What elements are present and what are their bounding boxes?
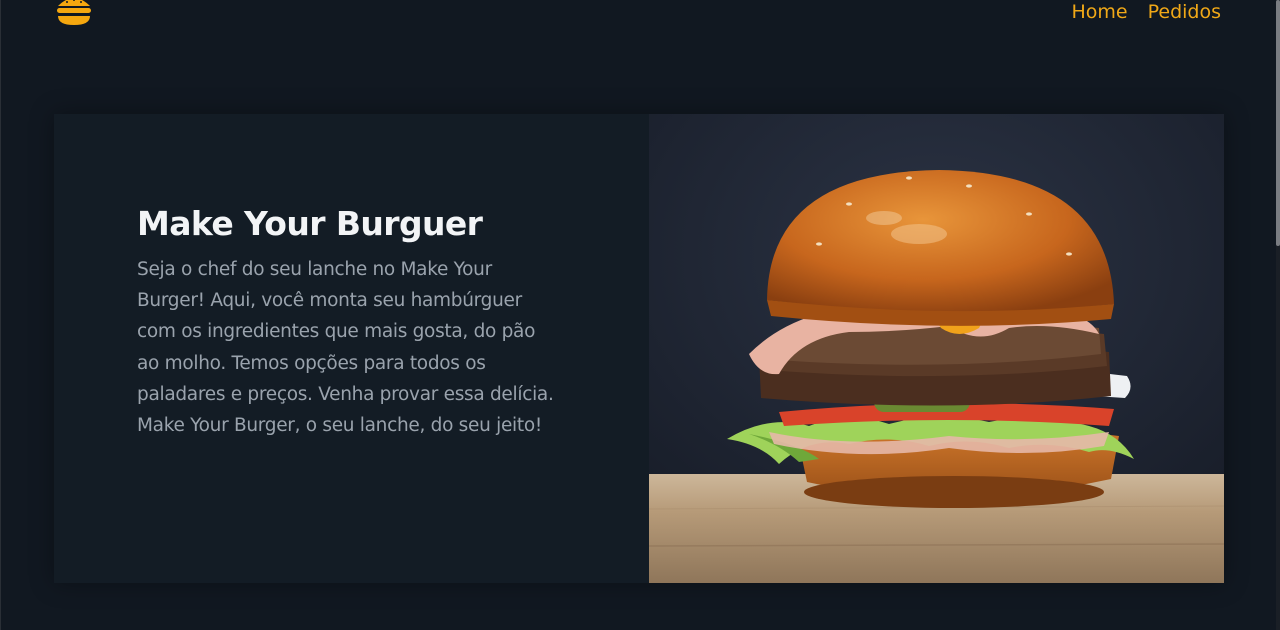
- scrollbar[interactable]: [1276, 0, 1280, 630]
- nav-home-link[interactable]: Home: [1071, 0, 1127, 24]
- logo-link[interactable]: [55, 0, 93, 26]
- scrollbar-thumb[interactable]: [1276, 0, 1280, 246]
- hero-title: Make Your Burguer: [137, 204, 483, 243]
- hero-image: [649, 114, 1224, 583]
- hero-card: Make Your Burguer Seja o chef do seu lan…: [54, 114, 1224, 583]
- burger-photo: [649, 114, 1224, 583]
- hero-text: Make Your Burguer Seja o chef do seu lan…: [137, 204, 557, 441]
- navbar: Home Pedidos: [1, 0, 1277, 26]
- burger-icon: [57, 0, 91, 25]
- hero-description: Seja o chef do seu lanche no Make Your B…: [137, 259, 554, 437]
- page: Home Pedidos Make Your Burguer Seja o ch…: [0, 0, 1280, 630]
- nav-links: Home Pedidos: [1071, 0, 1221, 24]
- nav-pedidos-link[interactable]: Pedidos: [1148, 0, 1221, 24]
